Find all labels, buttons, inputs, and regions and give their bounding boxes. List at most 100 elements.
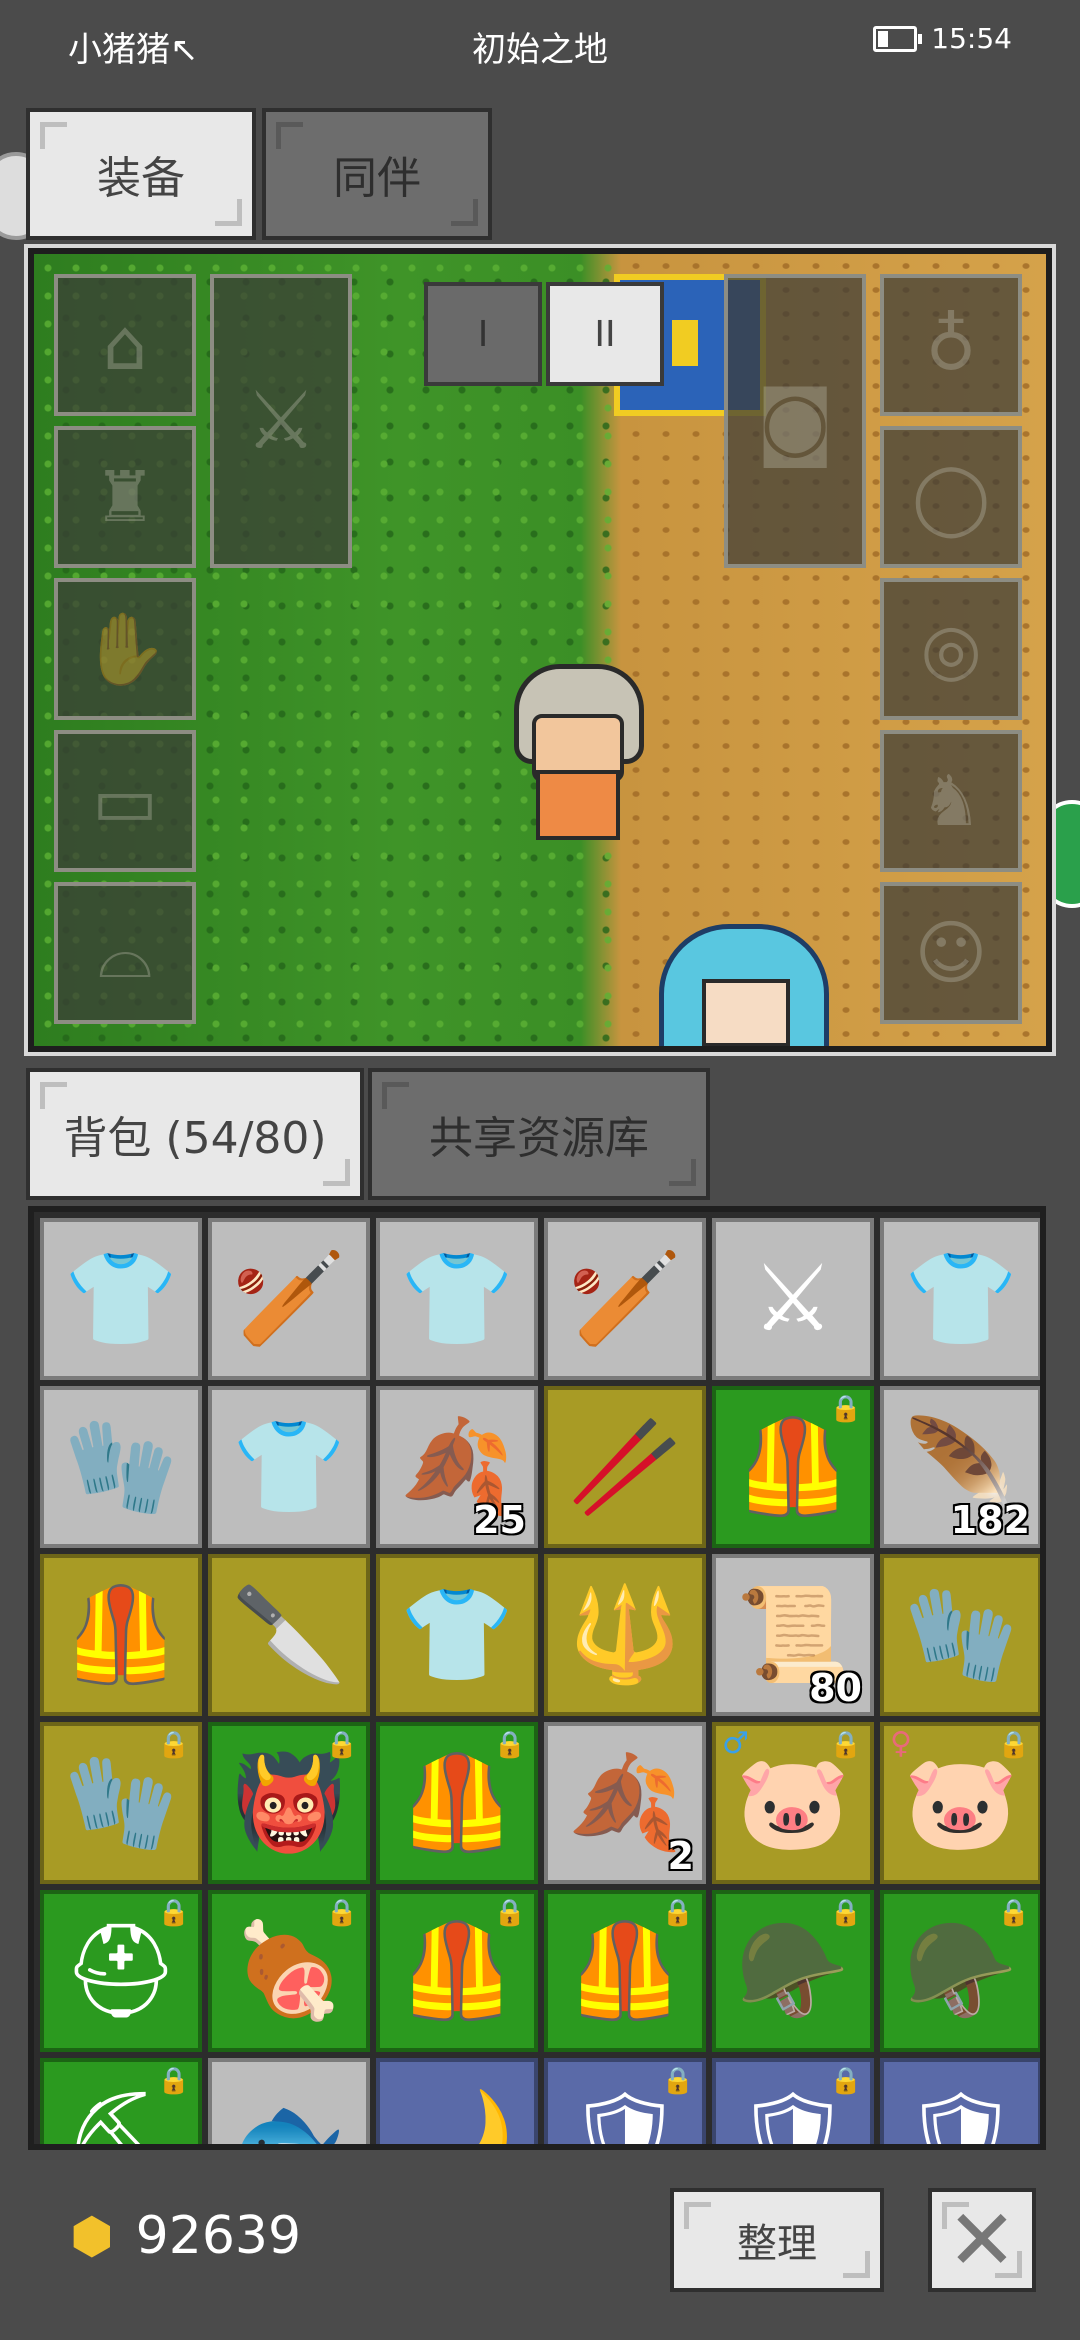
item-icon: 🪖 [903, 1917, 1019, 2024]
item-icon: 👹 [231, 1749, 347, 1856]
inventory-item[interactable]: 🦺 🔒 [712, 1386, 874, 1548]
inventory-item[interactable]: 🔪 [208, 1554, 370, 1716]
inventory-item[interactable]: 👕 [376, 1554, 538, 1716]
item-icon: 🛡 [566, 2085, 684, 2150]
inventory-item[interactable]: ⛏ 🔒 [40, 2058, 202, 2150]
equip-page-2-button[interactable]: II [546, 282, 664, 386]
equip-page-1-button[interactable]: I [424, 282, 542, 386]
inventory-item[interactable]: 🪖 🔒 [712, 1890, 874, 2052]
item-icon: 🏏 [567, 1245, 683, 1352]
amulet-slot-icon: ♁ [925, 304, 977, 386]
inventory-item[interactable]: 👕 [40, 1218, 202, 1380]
item-icon: 🐟 [231, 2085, 347, 2150]
ring-slot[interactable]: ◯ [880, 426, 1022, 568]
shield-slot-icon: ◙ [756, 374, 834, 467]
item-icon: 🐷 [735, 1749, 851, 1856]
amulet-slot[interactable]: ♁ [880, 274, 1022, 416]
lock-icon: 🔒 [829, 1730, 862, 1760]
close-icon: ✕ [946, 2191, 1018, 2289]
item-icon: 🦺 [63, 1581, 179, 1688]
lock-icon: 🔒 [829, 1394, 862, 1424]
inventory-item[interactable]: 👕 [376, 1218, 538, 1380]
belt-slot-icon: ♞ [919, 760, 983, 842]
inventory-item[interactable]: 🐟 [208, 2058, 370, 2150]
inventory-item[interactable]: 🦺 🔒 [376, 1722, 538, 1884]
inventory-item[interactable]: 👕 [880, 1218, 1040, 1380]
item-icon: 🛡 [902, 2085, 1020, 2150]
tab-shared-storage[interactable]: 共享资源库 [368, 1068, 710, 1200]
inventory-item[interactable]: 🛡 🔒 [712, 2058, 874, 2150]
inventory-item[interactable]: 🏏 [208, 1218, 370, 1380]
lock-icon: 🔒 [325, 1730, 358, 1760]
tab-companion[interactable]: 同伴 [262, 108, 492, 240]
inventory-item[interactable]: 🔱 [544, 1554, 706, 1716]
item-icon: 🦺 [735, 1413, 851, 1520]
item-icon: 🧤 [63, 1749, 179, 1856]
ring-slot-icon: ◯ [911, 456, 991, 538]
inventory-item[interactable]: 🍖 🔒 [208, 1890, 370, 2052]
inventory-item[interactable]: 👕 [208, 1386, 370, 1548]
helmet-slot[interactable]: ⌂ [54, 274, 196, 416]
clock: 15:54 [931, 22, 1012, 55]
inventory-item[interactable]: 🛡 [880, 2058, 1040, 2150]
tab-shared-storage-label: 共享资源库 [429, 1113, 649, 1164]
inventory-item[interactable]: 🐷 🔒 ♂ [712, 1722, 874, 1884]
weapon-slot[interactable]: ⚔ [210, 274, 352, 568]
lock-icon: 🔒 [661, 1898, 694, 1928]
inventory-item[interactable]: 🦺 [40, 1554, 202, 1716]
sort-button[interactable]: 整理 [670, 2188, 884, 2292]
item-icon: ⛏ [62, 2085, 180, 2150]
item-icon: 🪖 [735, 1917, 851, 2024]
pet-slot-icon: ☺ [914, 912, 988, 994]
item-count: 25 [473, 1498, 526, 1542]
tab-backpack-label: 背包 (54/80) [63, 1113, 327, 1164]
inventory-item[interactable]: 🍂 2 [544, 1722, 706, 1884]
pants-slot[interactable]: ▭ [54, 730, 196, 872]
inventory-item[interactable]: 👹 🔒 [208, 1722, 370, 1884]
inventory-item[interactable]: 🥢 [544, 1386, 706, 1548]
inventory-item[interactable]: 🪖 🔒 [880, 1890, 1040, 2052]
offhand-slot[interactable]: ◙ [724, 274, 866, 568]
inventory-item[interactable]: 🦺 🔒 [544, 1890, 706, 2052]
inventory-item[interactable]: 🍂 25 [376, 1386, 538, 1548]
companion-character [659, 924, 829, 1046]
tab-backpack[interactable]: 背包 (54/80) [26, 1068, 364, 1200]
inventory-item[interactable]: ⚔ [712, 1218, 874, 1380]
inventory-item[interactable]: 🧤 [40, 1386, 202, 1548]
inventory-item[interactable]: 🧤 [880, 1554, 1040, 1716]
ring2-slot-icon: ◎ [920, 608, 982, 690]
tab-equipment[interactable]: 装备 [26, 108, 256, 240]
inventory-item[interactable]: 🏏 [544, 1218, 706, 1380]
armor-slot[interactable]: ♜ [54, 426, 196, 568]
inventory-item[interactable]: 🐷 🔒 ♀ [880, 1722, 1040, 1884]
item-icon: 🍖 [231, 1917, 347, 2024]
item-icon: ⚔ [751, 1245, 835, 1352]
player-character [504, 664, 644, 854]
boots-slot[interactable]: ⌓ [54, 882, 196, 1024]
item-icon: 🥢 [567, 1413, 683, 1520]
inventory-item[interactable]: 🌙 [376, 2058, 538, 2144]
inventory-item[interactable]: 📜 80 [712, 1554, 874, 1716]
inventory-item[interactable]: 🦺 🔒 [376, 1890, 538, 2052]
item-icon: 🧤 [903, 1581, 1019, 1688]
lock-icon: 🔒 [157, 1730, 190, 1760]
lock-icon: 🔒 [997, 1898, 1030, 1928]
close-button[interactable]: ✕ [928, 2188, 1036, 2292]
ring2-slot[interactable]: ◎ [880, 578, 1022, 720]
pet-slot[interactable]: ☺ [880, 882, 1022, 1024]
item-icon: 🛡 [734, 2085, 852, 2150]
item-icon: 🏏 [231, 1245, 347, 1352]
inventory-item[interactable]: ⛑ 🔒 [40, 1890, 202, 2052]
belt-slot[interactable]: ♞ [880, 730, 1022, 872]
item-icon: 👕 [231, 1413, 347, 1520]
inventory-item[interactable]: 🧤 🔒 [40, 1722, 202, 1884]
gloves-slot-icon: ✋ [81, 608, 169, 690]
inventory-item[interactable]: 🛡 🔒 [544, 2058, 706, 2150]
inventory-grid: 👕 🏏 👕 🏏 ⚔ 👕 🧤 👕 🍂 25 🥢 🦺 🔒 🪶 182 🦺 🔪 👕 🔱 📜 80 🧤 🧤 🔒 👹 🔒 🦺 🔒 🍂 2 🐷 🔒 ♂ 🐷 🔒 ♀… [28, 1206, 1046, 2150]
gold-display: ⬢ 92639 [70, 2206, 301, 2266]
item-icon: 👕 [399, 1581, 515, 1688]
gloves-slot[interactable]: ✋ [54, 578, 196, 720]
status-right: 15:54 [873, 22, 1012, 55]
inventory-item[interactable]: 🪶 182 [880, 1386, 1040, 1548]
tab-companion-label: 同伴 [333, 153, 421, 204]
